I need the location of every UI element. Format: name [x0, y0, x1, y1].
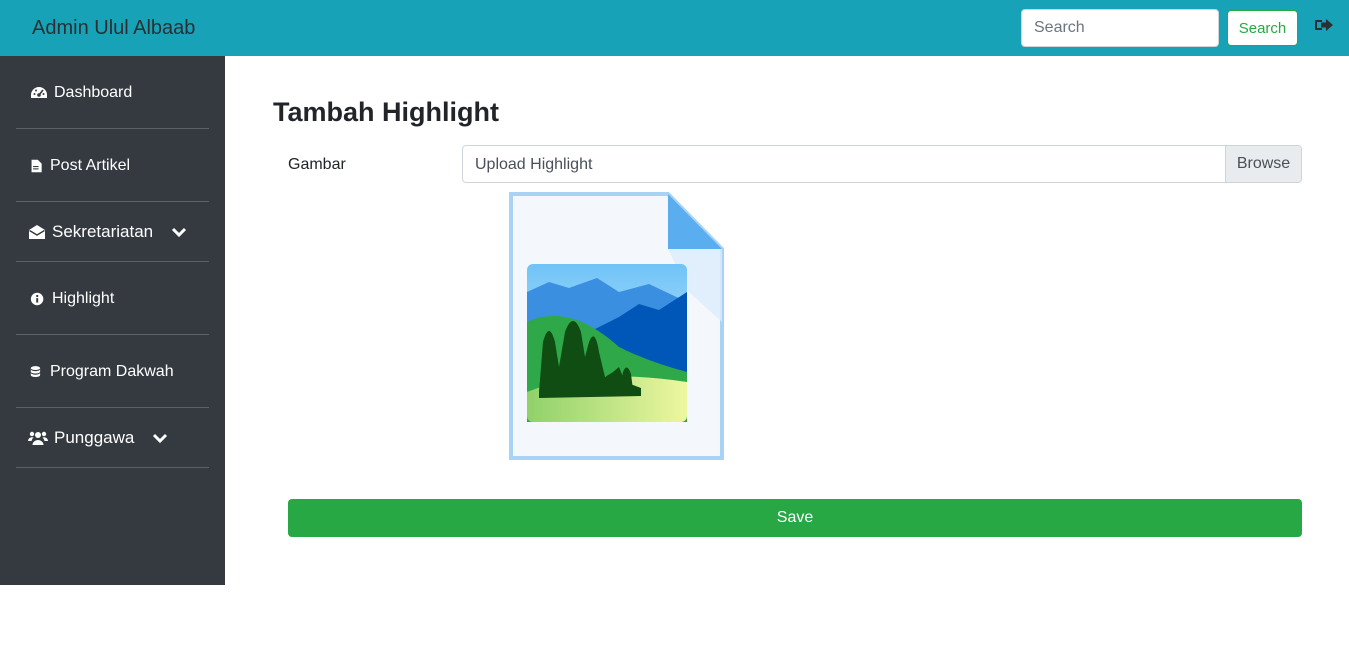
sidebar-item-highlight[interactable]: Highlight: [16, 288, 209, 310]
gambar-label: Gambar: [288, 156, 346, 173]
browse-button[interactable]: Browse: [1225, 146, 1301, 182]
sidebar-divider: [16, 128, 209, 129]
sidebar-divider: [16, 334, 209, 335]
sidebar-divider: [16, 261, 209, 262]
search-input[interactable]: [1021, 9, 1219, 47]
sidebar-item-label: Punggawa: [54, 428, 135, 447]
file-icon: [31, 159, 42, 173]
sidebar-item-label: Highlight: [52, 290, 115, 307]
page-title: Tambah Highlight: [273, 97, 499, 127]
users-icon: [28, 431, 48, 445]
sidebar-item-label: Post Artikel: [50, 157, 131, 174]
database-icon: [30, 366, 41, 378]
sidebar-item-sekretariatan[interactable]: Sekretariatan: [16, 221, 209, 243]
upload-highlight-file-input[interactable]: Upload Highlight Browse: [462, 145, 1302, 183]
search-button[interactable]: Search: [1227, 10, 1298, 46]
envelope-open-icon: [29, 225, 45, 239]
sign-out-icon[interactable]: [1314, 17, 1334, 33]
info-circle-icon: [30, 292, 44, 306]
chevron-down-icon[interactable]: [152, 432, 168, 444]
file-input-placeholder: Upload Highlight: [475, 156, 593, 173]
sidebar-item-program-dakwah[interactable]: Program Dakwah: [16, 361, 209, 383]
sidebar-divider: [16, 407, 209, 408]
image-file-icon: [509, 192, 724, 460]
sidebar-item-punggawa[interactable]: Punggawa: [16, 427, 209, 449]
sidebar-item-dashboard[interactable]: Dashboard: [16, 82, 209, 104]
top-navbar: Admin Ulul Albaab Search: [0, 0, 1349, 56]
sidebar-item-label: Program Dakwah: [50, 363, 174, 380]
brand-title[interactable]: Admin Ulul Albaab: [32, 17, 195, 40]
sidebar-item-label: Dashboard: [54, 84, 133, 101]
sidebar-item-post-artikel[interactable]: Post Artikel: [16, 155, 209, 177]
sidebar-divider: [16, 467, 209, 468]
save-button[interactable]: Save: [288, 499, 1302, 537]
sidebar-item-label: Sekretariatan: [52, 222, 154, 241]
sidebar: Dashboard Post Artikel Sekretariatan Hig…: [0, 56, 225, 585]
tachometer-icon: [31, 87, 47, 98]
sidebar-divider: [16, 201, 209, 202]
chevron-down-icon[interactable]: [171, 226, 187, 238]
